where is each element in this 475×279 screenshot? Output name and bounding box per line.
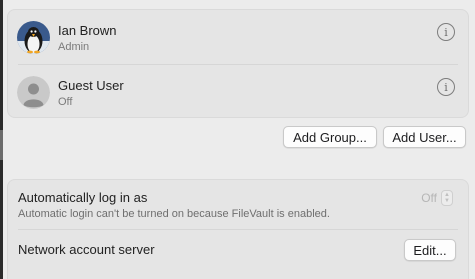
chevron-down-icon: ▼ <box>444 198 450 204</box>
row-divider <box>18 229 458 230</box>
user-name: Ian Brown <box>58 23 117 38</box>
user-row-guest-user[interactable]: Guest User Off i <box>8 65 468 119</box>
edit-button[interactable]: Edit... <box>404 239 456 261</box>
chevron-updown-icon: ▲ ▼ <box>441 190 453 206</box>
auto-login-description: Automatic login can't be turned on becau… <box>18 208 330 220</box>
info-icon[interactable]: i <box>437 78 455 96</box>
user-row-ian-brown[interactable]: Ian Brown Admin i <box>8 10 468 64</box>
add-group-button[interactable]: Add Group... <box>283 126 377 148</box>
users-list: Ian Brown Admin i Guest User Off i <box>7 9 469 118</box>
auto-login-value: Off <box>421 191 437 205</box>
auto-login-select[interactable]: Off ▲ ▼ <box>413 189 453 207</box>
penguin-avatar <box>17 21 50 54</box>
info-icon[interactable]: i <box>437 23 455 41</box>
network-account-server-label: Network account server <box>18 242 155 257</box>
user-role: Admin <box>58 41 90 53</box>
add-user-button[interactable]: Add User... <box>383 126 466 148</box>
generic-user-avatar <box>17 76 50 109</box>
window-left-edge <box>0 0 3 279</box>
users-groups-pane: Ian Brown Admin i Guest User Off i Add G… <box>0 0 475 279</box>
user-status: Off <box>58 96 73 108</box>
auto-login-label: Automatically log in as <box>18 190 148 205</box>
user-name: Guest User <box>58 78 124 93</box>
login-settings-card: Automatically log in as Off ▲ ▼ Automati… <box>7 179 469 279</box>
